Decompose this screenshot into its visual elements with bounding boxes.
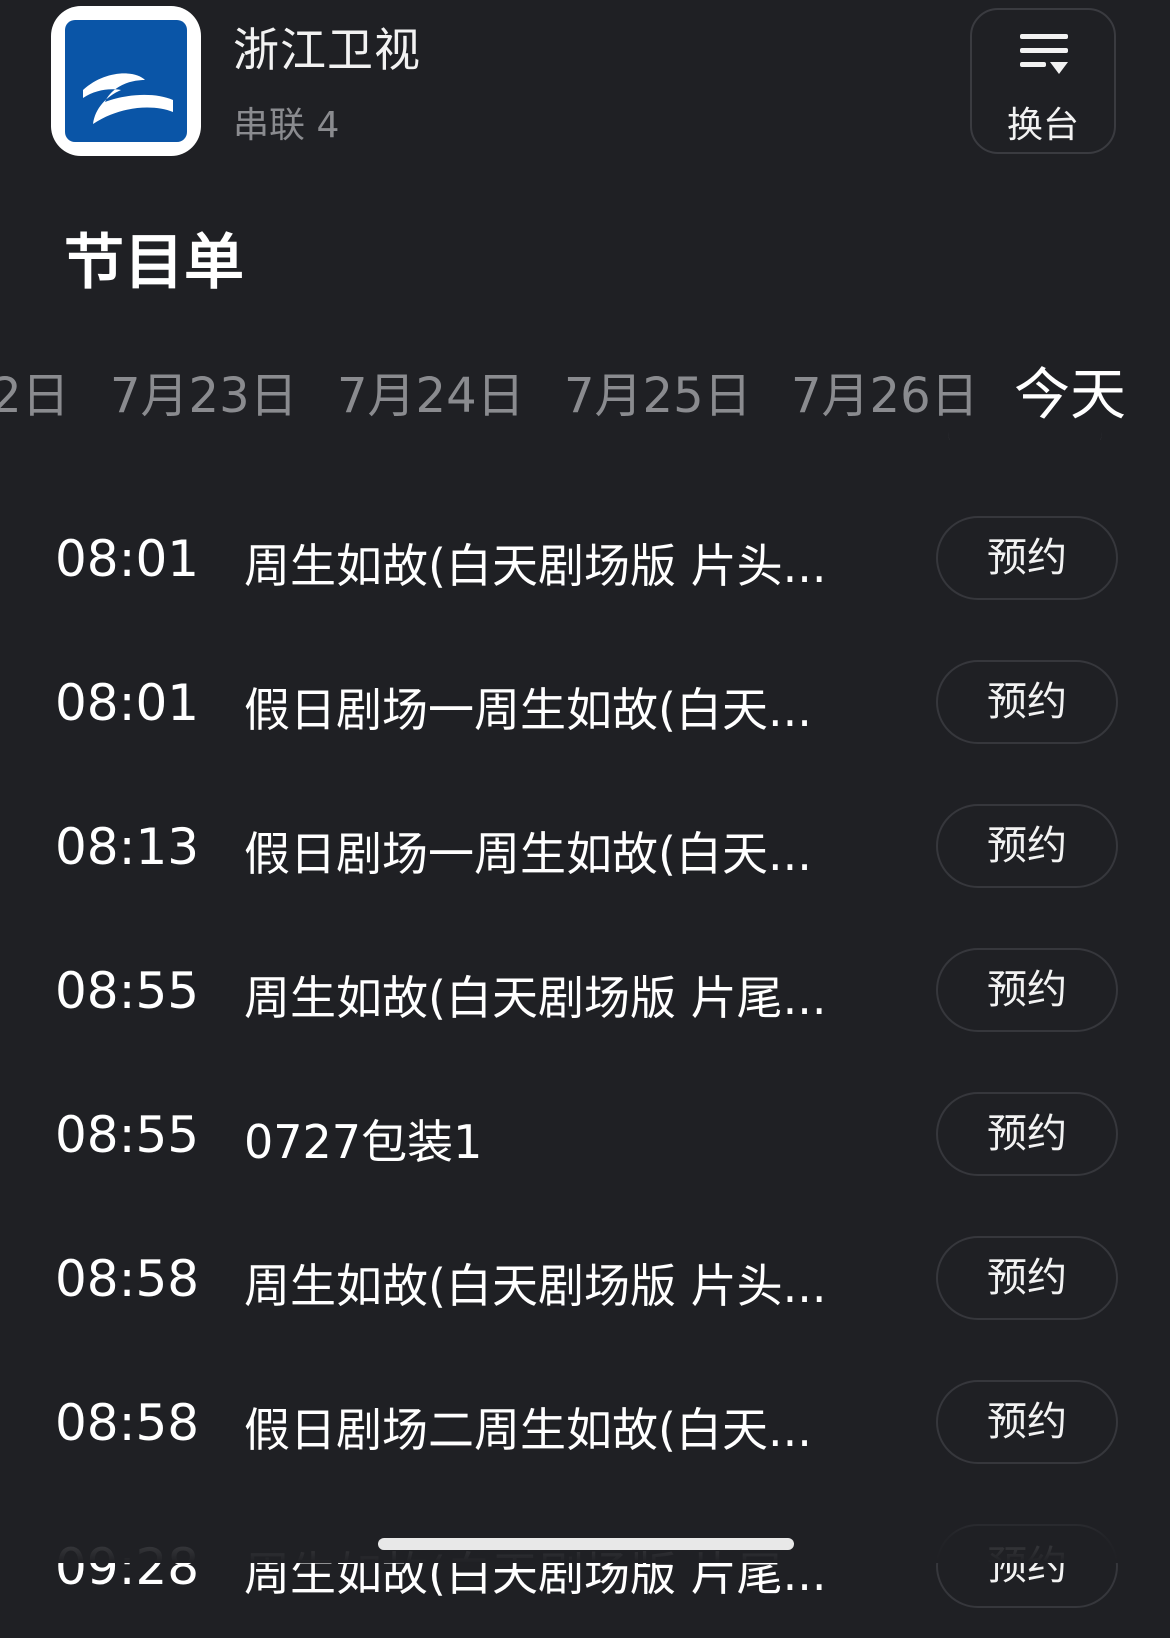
reserve-button[interactable]: 预约 xyxy=(936,660,1118,744)
program-title: 假日剧场一周生如故(白天... xyxy=(244,683,812,737)
date-tab-0722[interactable]: 7月22日 xyxy=(0,356,70,426)
program-time: 08:58 xyxy=(55,1250,200,1308)
program-row[interactable]: 08:01 假日剧场一周生如故(白天... 预约 xyxy=(0,630,1170,774)
program-title: 假日剧场一周生如故(白天... xyxy=(244,827,812,881)
reserve-button[interactable]: 预约 xyxy=(936,1380,1118,1464)
program-time: 09:28 xyxy=(55,1538,200,1596)
date-tab-0725[interactable]: 7月25日 xyxy=(564,356,752,426)
reserve-button[interactable]: 预约 xyxy=(936,1524,1118,1608)
channel-subtitle: 串联 4 xyxy=(233,105,340,146)
program-row[interactable]: 08:58 假日剧场二周生如故(白天... 预约 xyxy=(0,1350,1170,1494)
program-title: 周生如故(白天剧场版 片尾... xyxy=(244,971,827,1025)
home-indicator[interactable] xyxy=(378,1538,794,1550)
header: 浙江卫视 串联 4 换台 xyxy=(0,0,1170,180)
channel-name: 浙江卫视 xyxy=(233,23,421,77)
reserve-button[interactable]: 预约 xyxy=(936,516,1118,600)
channel-logo xyxy=(51,6,201,156)
active-tab-indicator xyxy=(948,432,1102,440)
program-row[interactable]: 08:58 周生如故(白天剧场版 片头... 预约 xyxy=(0,1206,1170,1350)
page-title: 节目单 xyxy=(64,228,244,298)
program-row[interactable]: 08:01 周生如故(白天剧场版 片头... 预约 xyxy=(0,486,1170,630)
program-row[interactable]: 08:55 0727包装1 预约 xyxy=(0,1062,1170,1206)
program-time: 08:01 xyxy=(55,530,200,588)
date-tab-0726[interactable]: 7月26日 xyxy=(791,356,979,426)
program-time: 08:55 xyxy=(55,1106,200,1164)
program-row[interactable]: 08:55 周生如故(白天剧场版 片尾... 预约 xyxy=(0,918,1170,1062)
program-time: 08:01 xyxy=(55,674,200,732)
reserve-button[interactable]: 预约 xyxy=(936,948,1118,1032)
reserve-button[interactable]: 预约 xyxy=(936,1236,1118,1320)
date-tabs: 7月22日 7月23日 7月24日 7月25日 7月26日 今天 xyxy=(0,340,1170,440)
date-tab-0723[interactable]: 7月23日 xyxy=(110,356,298,426)
program-time: 08:13 xyxy=(55,818,200,876)
program-row[interactable]: 09:28 周生如故(白天剧场版 片尾... 预约 xyxy=(0,1494,1170,1638)
program-title: 周生如故(白天剧场版 片头... xyxy=(244,1259,827,1313)
program-title: 0727包装1 xyxy=(244,1115,483,1169)
program-title: 假日剧场二周生如故(白天... xyxy=(244,1403,812,1457)
program-time: 08:55 xyxy=(55,962,200,1020)
switch-channel-button[interactable]: 换台 xyxy=(970,8,1116,154)
date-tab-0724[interactable]: 7月24日 xyxy=(337,356,525,426)
reserve-button[interactable]: 预约 xyxy=(936,1092,1118,1176)
program-time: 08:58 xyxy=(55,1394,200,1452)
list-filter-icon xyxy=(1018,30,1070,82)
switch-channel-label: 换台 xyxy=(1006,105,1079,146)
reserve-button[interactable]: 预约 xyxy=(936,804,1118,888)
zhejiang-tv-logo-icon xyxy=(65,20,187,142)
program-title: 周生如故(白天剧场版 片头... xyxy=(244,539,827,593)
date-tab-today[interactable]: 今天 xyxy=(1014,350,1126,431)
program-row[interactable]: 08:13 假日剧场一周生如故(白天... 预约 xyxy=(0,774,1170,918)
